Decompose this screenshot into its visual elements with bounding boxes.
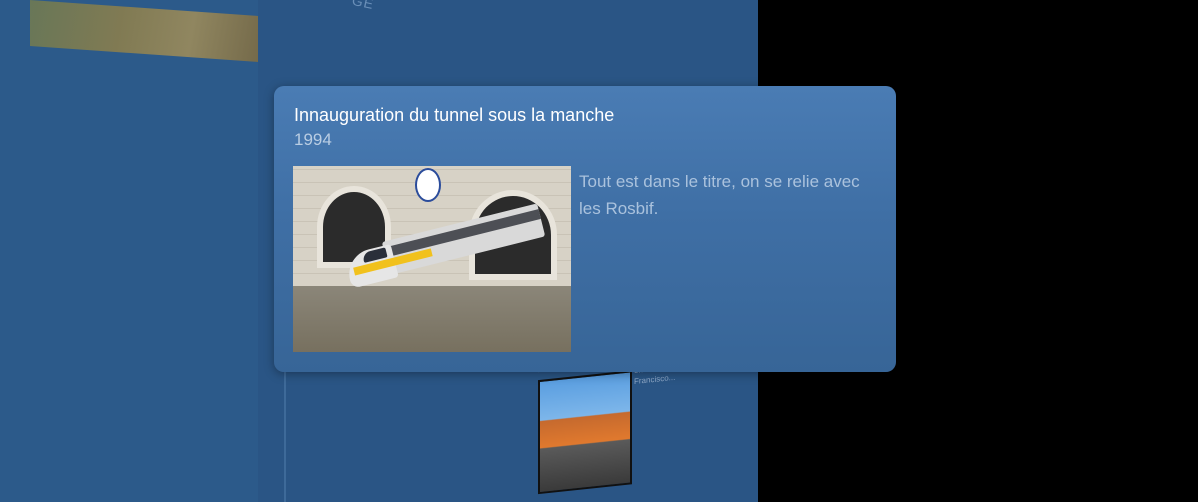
event-detail-card[interactable]: Innauguration du tunnel sous la manche 1… — [274, 86, 896, 372]
timeline-divider — [284, 370, 286, 502]
event-title: Innauguration du tunnel sous la manche — [294, 105, 615, 125]
event-year: 1994 — [294, 130, 332, 149]
event-photo — [293, 166, 571, 352]
background-event-photo — [538, 370, 632, 495]
background-left-panel — [0, 0, 260, 502]
track-ground — [293, 286, 571, 352]
eurotunnel-logo — [415, 168, 441, 202]
event-description: Tout est dans le titre, on se relie avec… — [579, 172, 860, 218]
